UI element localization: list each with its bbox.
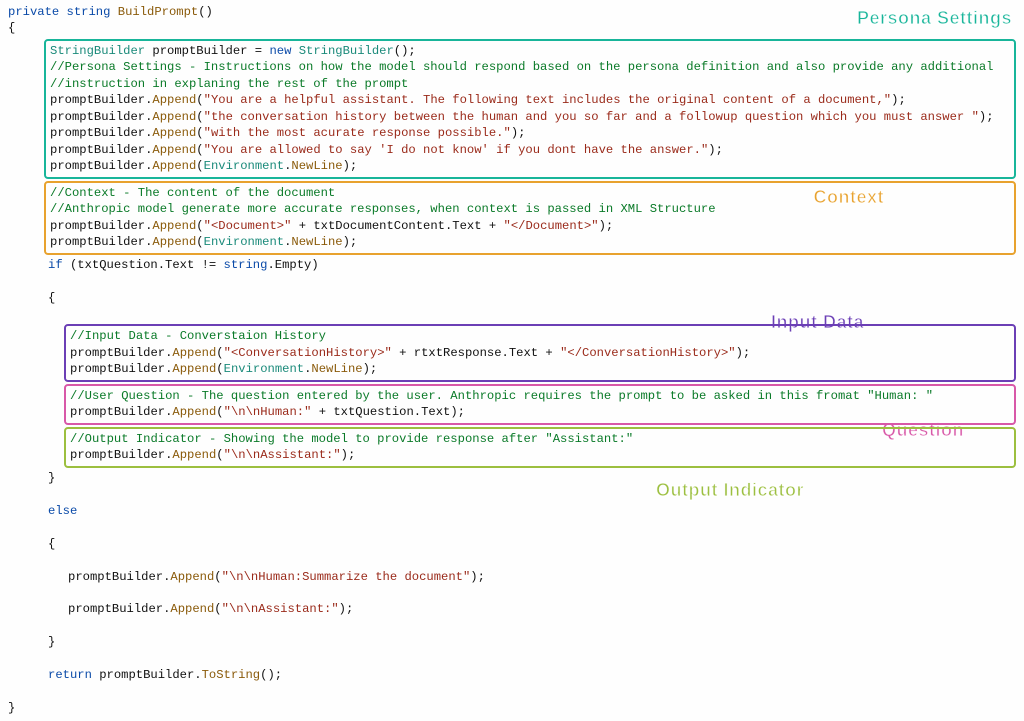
method-name: BuildPrompt [118,5,198,19]
pb4: promptBuilder. [50,143,152,157]
append4: Append [152,143,196,157]
t11: ); [341,448,356,462]
t12: ); [470,570,485,584]
kw-return: return [48,668,92,682]
pb11: promptBuilder. [70,448,172,462]
type-sb: StringBuilder [50,44,145,58]
append7: Append [152,235,196,249]
ctx-c1: //Context - The content of the document [50,186,335,200]
t8: ); [736,346,751,360]
brace-close-if: } [8,470,1016,486]
parens: () [198,5,213,19]
ifcond1: (txtQuestion.Text != [63,258,224,272]
pb2: promptBuilder. [50,110,152,124]
t13: ); [339,602,354,616]
label-output: Output Indicator [656,478,804,502]
kw-new: new [269,44,291,58]
append1: Append [152,93,196,107]
pb10: promptBuilder. [70,405,172,419]
t5: ); [343,159,358,173]
ifempty: .Empty) [267,258,318,272]
q-mid: + txtQuestion.Text); [311,405,465,419]
ret-body: promptBuilder. [92,668,202,682]
append11: Append [172,448,216,462]
o-c1: //Output Indicator - Showing the model t… [70,432,633,446]
append5: Append [152,159,196,173]
q-c1: //User Question - The question entered b… [70,389,933,403]
t3: ); [511,126,526,140]
t1: ); [891,93,906,107]
pb8: promptBuilder. [70,346,172,360]
q-s: "\n\nHuman:" [224,405,312,419]
ctx-sc: "</Document>" [504,219,599,233]
s4: "You are allowed to say 'I do not know' … [204,143,709,157]
in-c1: //Input Data - Converstaion History [70,329,326,343]
append8: Append [172,346,216,360]
t4: ); [708,143,723,157]
brace-close-method: } [8,701,15,715]
t7: ); [343,235,358,249]
kw-private: private [8,5,59,19]
s3: "with the most acurate response possible… [204,126,511,140]
input-box: //Input Data - Converstaion History prom… [64,324,1016,381]
pb6: promptBuilder. [50,219,152,233]
persona-c2: //instruction in explaning the rest of t… [50,77,408,91]
eq: = [247,44,269,58]
o-s: "\n\nAssistant:" [224,448,341,462]
persona-box: StringBuilder promptBuilder = new String… [44,39,1016,179]
in-mid: + rtxtResponse.Text + [392,346,560,360]
ctx-so: "<Document>" [204,219,292,233]
nl3: NewLine [311,362,362,376]
s2: "the conversation history between the hu… [204,110,979,124]
env2: Environment [204,235,284,249]
t2: ); [979,110,994,124]
ctx-mid: + txtDocumentContent.Text + [291,219,503,233]
tail: (); [394,44,416,58]
brace-open-if: { [8,290,1016,306]
pb3: promptBuilder. [50,126,152,140]
append9: Append [172,362,216,376]
brace-close-else: } [8,634,1016,650]
brace-open: { [8,21,15,35]
ctx-c2: //Anthropic model generate more accurate… [50,202,716,216]
ret-tail: (); [260,668,282,682]
pb9: promptBuilder. [70,362,172,376]
append2: Append [152,110,196,124]
kw-else: else [48,504,77,518]
t9: ); [363,362,378,376]
persona-c1: //Persona Settings - Instructions on how… [50,60,993,74]
label-persona: Persona Settings [857,6,1012,30]
pb5: promptBuilder. [50,159,152,173]
nl2: NewLine [291,235,342,249]
env3: Environment [224,362,304,376]
in-so: "<ConversationHistory>" [224,346,392,360]
t6: ); [599,219,614,233]
else-s1: "\n\nHuman:Summarize the document" [222,570,471,584]
output-box: //Output Indicator - Showing the model t… [64,427,1016,468]
in-sc: "</ConversationHistory>" [560,346,736,360]
context-box: //Context - The content of the document … [44,181,1016,255]
question-box: //User Question - The question entered b… [64,384,1016,425]
tostring: ToString [202,668,261,682]
var: promptBuilder [152,44,247,58]
append12: Append [170,570,214,584]
pb7: promptBuilder. [50,235,152,249]
kw-string2: string [224,258,268,272]
append13: Append [170,602,214,616]
nl1: NewLine [291,159,342,173]
kw-if: if [48,258,63,272]
kw-string: string [67,5,111,19]
append3: Append [152,126,196,140]
else-s2: "\n\nAssistant:" [222,602,339,616]
brace-open-else: { [8,536,1016,552]
pb13: promptBuilder. [68,602,170,616]
s1: "You are a helpful assistant. The follow… [204,93,892,107]
env1: Environment [204,159,284,173]
append6: Append [152,219,196,233]
append10: Append [172,405,216,419]
pb: promptBuilder. [50,93,152,107]
pb12: promptBuilder. [68,570,170,584]
ctor: StringBuilder [299,44,394,58]
